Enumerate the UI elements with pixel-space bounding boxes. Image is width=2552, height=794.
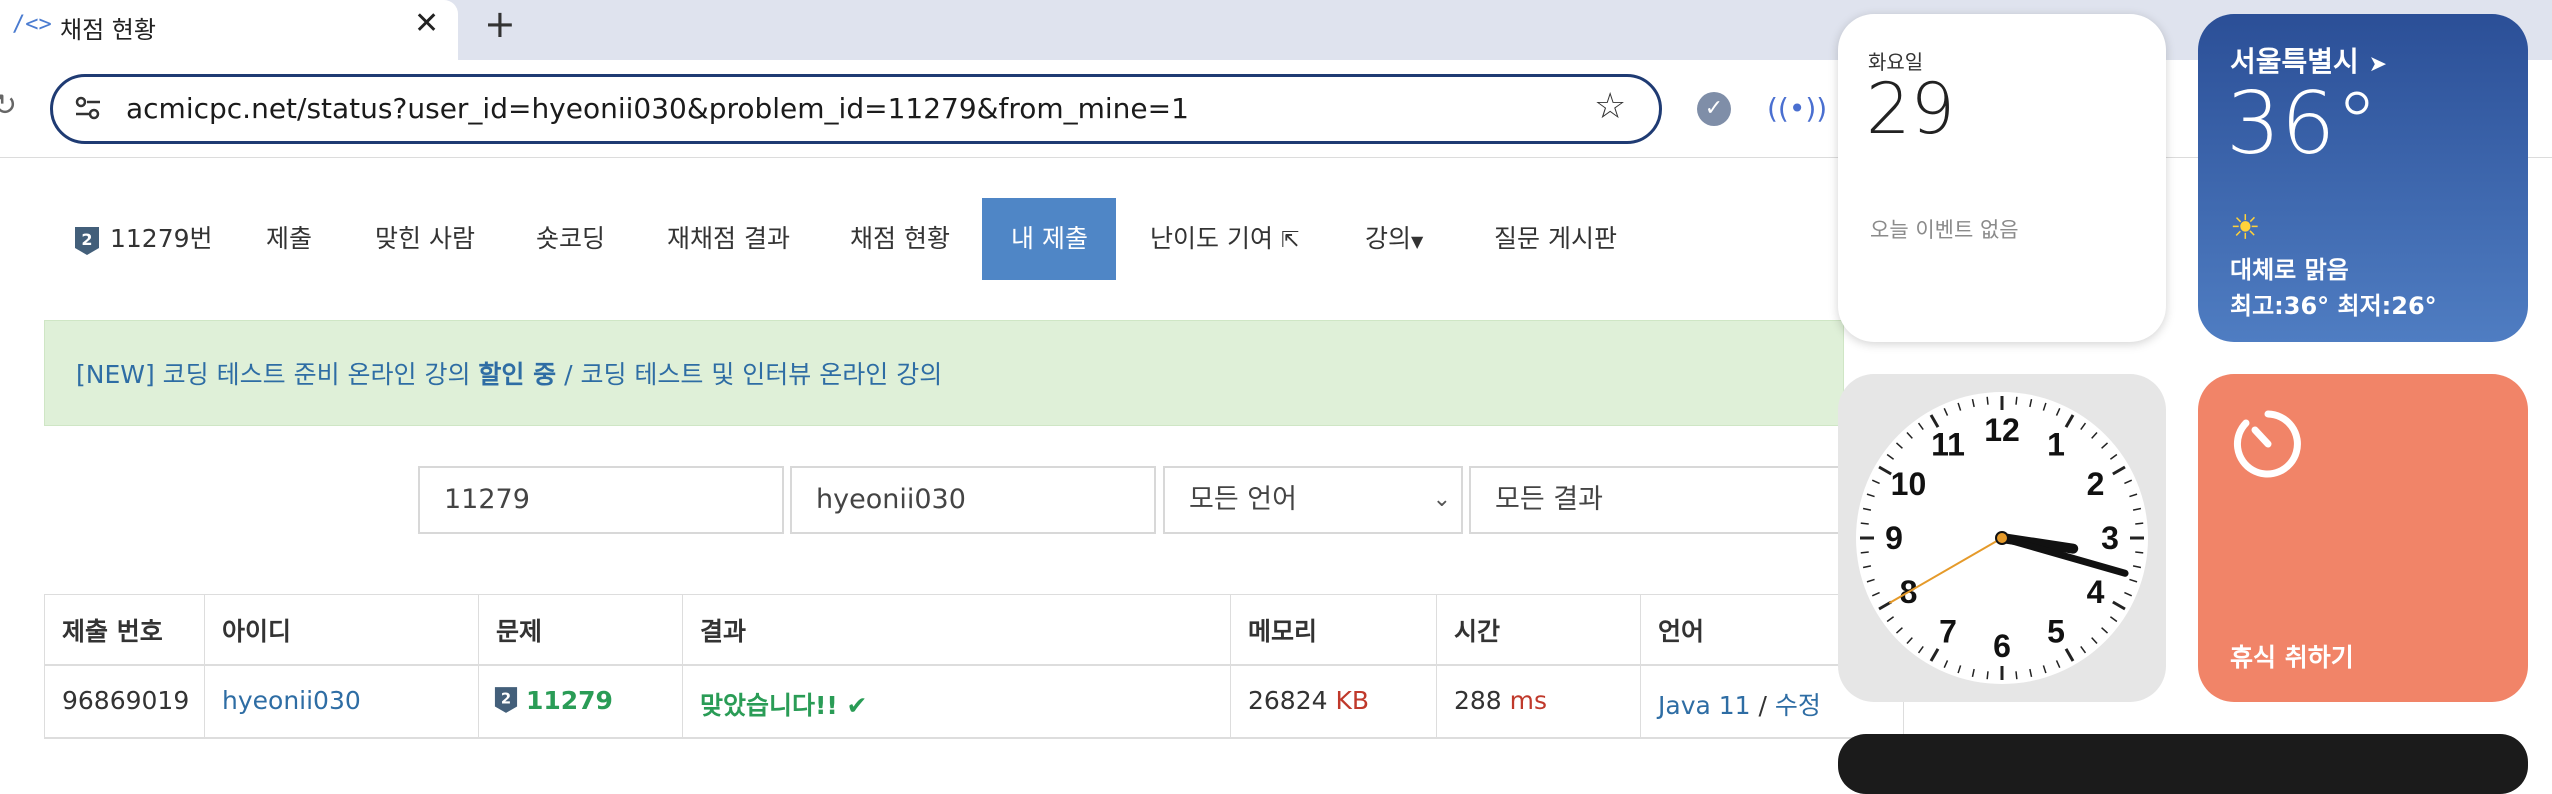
cell-result: 맞았습니다!! ✔ bbox=[700, 686, 867, 722]
clock-tick bbox=[1986, 671, 1989, 680]
tier-badge-icon: 2 bbox=[494, 687, 518, 713]
calendar-date: 29 bbox=[1866, 68, 1956, 150]
notice-bold: 할인 중 bbox=[478, 360, 557, 389]
nav-my-submissions[interactable]: 내 제출 bbox=[1011, 198, 1088, 280]
cell-problem-id: 11279 bbox=[525, 686, 613, 715]
cell-submission-id: 96869019 bbox=[62, 686, 190, 715]
weather-condition: 대체로 맑음 bbox=[2230, 256, 2349, 284]
analog-clock: 121234567891011 bbox=[1856, 392, 2148, 684]
cell-memory-unit: KB bbox=[1335, 686, 1370, 715]
header-problem: 문제 bbox=[496, 617, 543, 646]
tier-badge-icon: 2 bbox=[75, 227, 99, 255]
header-memory: 메모리 bbox=[1248, 617, 1318, 646]
dark-widget[interactable] bbox=[1838, 734, 2528, 794]
nav-submit[interactable]: 제출 bbox=[266, 198, 312, 280]
bookmark-star-icon[interactable]: ☆ bbox=[1594, 86, 1626, 127]
clock-tick bbox=[1860, 551, 1869, 554]
clock-number: 2 bbox=[2087, 466, 2105, 502]
code-brackets-icon: /<> bbox=[12, 12, 52, 37]
nav-short-coding[interactable]: 숏코딩 bbox=[536, 198, 605, 280]
clock-tick bbox=[2015, 671, 2018, 680]
extension-check-icon[interactable]: ✓ bbox=[1697, 92, 1731, 126]
problem-id-input[interactable]: 11279 bbox=[418, 466, 784, 534]
cell-time: 288 ms bbox=[1454, 686, 1547, 715]
header-result: 결과 bbox=[700, 617, 747, 646]
new-tab-button[interactable]: + bbox=[484, 2, 516, 46]
notice-prefix: [NEW] 코딩 테스트 준비 온라인 강의 bbox=[76, 360, 479, 389]
nav-problem-number[interactable]: 11279번 bbox=[110, 198, 213, 280]
user-id-input[interactable]: hyeonii030 bbox=[790, 466, 1156, 534]
tab-title: 채점 현황 bbox=[60, 16, 156, 44]
clock-tick bbox=[2135, 551, 2144, 554]
clock-number: 11 bbox=[1931, 426, 1965, 462]
cell-memory-value: 26824 bbox=[1248, 686, 1328, 715]
language-select[interactable]: 모든 언어 ⌄ bbox=[1163, 466, 1463, 534]
clock-number: 5 bbox=[2047, 614, 2065, 650]
clock-tick bbox=[1860, 522, 1869, 525]
cell-language-link[interactable]: Java 11 bbox=[1658, 691, 1751, 720]
svg-text:2: 2 bbox=[81, 230, 92, 249]
reload-icon[interactable]: ↻ bbox=[0, 88, 17, 123]
nav-lectures-dropdown[interactable]: 강의▼ bbox=[1365, 198, 1423, 280]
sun-icon: ☀ bbox=[2230, 208, 2261, 248]
external-link-icon: ⇱ bbox=[1280, 228, 1300, 253]
caret-down-icon: ▼ bbox=[1411, 232, 1424, 251]
nav-rejudge-results[interactable]: 재채점 결과 bbox=[667, 198, 790, 280]
nav-accepted-users[interactable]: 맞힌 사람 bbox=[375, 198, 475, 280]
nav-difficulty-contribution[interactable]: 난이도 기여 ⇱ bbox=[1150, 198, 1299, 280]
notice-link-interview[interactable]: 코딩 테스트 및 인터뷰 온라인 강의 bbox=[580, 360, 942, 389]
cell-edit-link[interactable]: 수정 bbox=[1775, 691, 1821, 720]
calendar-events: 오늘 이벤트 없음 bbox=[1870, 218, 2019, 242]
header-user: 아이디 bbox=[222, 617, 292, 646]
nav-lectures-label: 강의 bbox=[1365, 224, 1412, 253]
checkmark-icon: ✔ bbox=[846, 691, 868, 720]
cell-language: Java 11 / 수정 bbox=[1658, 686, 1821, 722]
clock-number: 9 bbox=[1885, 520, 1903, 556]
clock-number: 1 bbox=[2047, 426, 2065, 462]
notice-text: [NEW] 코딩 테스트 준비 온라인 강의 할인 중 / 코딩 테스트 및 인… bbox=[76, 355, 942, 391]
site-settings-icon[interactable] bbox=[72, 92, 104, 124]
cell-language-separator: / bbox=[1750, 691, 1775, 720]
timer-icon bbox=[2233, 410, 2301, 478]
clock-tick bbox=[2135, 522, 2144, 525]
cell-time-value: 288 bbox=[1454, 686, 1502, 715]
clock-number: 7 bbox=[1939, 614, 1957, 650]
notice-link-discount[interactable]: [NEW] 코딩 테스트 준비 온라인 강의 할인 중 bbox=[76, 360, 556, 389]
header-time: 시간 bbox=[1454, 617, 1501, 646]
result-select[interactable]: 모든 결과 bbox=[1469, 466, 1869, 534]
clock-number: 6 bbox=[1993, 628, 2011, 664]
clock-center bbox=[1995, 531, 2009, 545]
close-tab-icon[interactable]: ✕ bbox=[414, 6, 439, 41]
clock-number: 12 bbox=[1984, 412, 2020, 448]
cell-memory: 26824 KB bbox=[1248, 686, 1369, 715]
clock-number: 4 bbox=[2087, 574, 2105, 610]
header-submission-id: 제출 번호 bbox=[62, 617, 163, 646]
cell-problem-link[interactable]: 2 11279 bbox=[494, 686, 613, 715]
extension-cast-icon[interactable]: ((•)) bbox=[1767, 92, 1827, 125]
clock-tick bbox=[1986, 396, 1989, 405]
cell-result-text: 맞았습니다!! bbox=[700, 691, 838, 720]
clock-number: 3 bbox=[2101, 520, 2119, 556]
clock-number: 10 bbox=[1891, 466, 1927, 502]
header-language: 언어 bbox=[1658, 617, 1705, 646]
svg-text:2: 2 bbox=[501, 691, 511, 708]
row-divider bbox=[44, 738, 1904, 739]
clock-tick bbox=[2015, 396, 2018, 405]
notice-separator: / bbox=[556, 360, 581, 389]
weather-temperature: 36° bbox=[2226, 74, 2379, 174]
timer-label: 휴식 취하기 bbox=[2230, 643, 2354, 672]
cell-user-link[interactable]: hyeonii030 bbox=[222, 686, 361, 715]
cell-time-unit: ms bbox=[1509, 686, 1548, 715]
nav-qna-board[interactable]: 질문 게시판 bbox=[1494, 198, 1617, 280]
url-text[interactable]: acmicpc.net/status?user_id=hyeonii030&pr… bbox=[126, 92, 1189, 125]
nav-status[interactable]: 채점 현황 bbox=[850, 198, 950, 280]
language-select-value: 모든 언어 bbox=[1189, 484, 1297, 515]
chevron-down-icon: ⌄ bbox=[1432, 487, 1451, 512]
nav-difficulty-label: 난이도 기여 bbox=[1150, 224, 1273, 253]
weather-high-low: 최고:36° 최저:26° bbox=[2230, 292, 2437, 320]
